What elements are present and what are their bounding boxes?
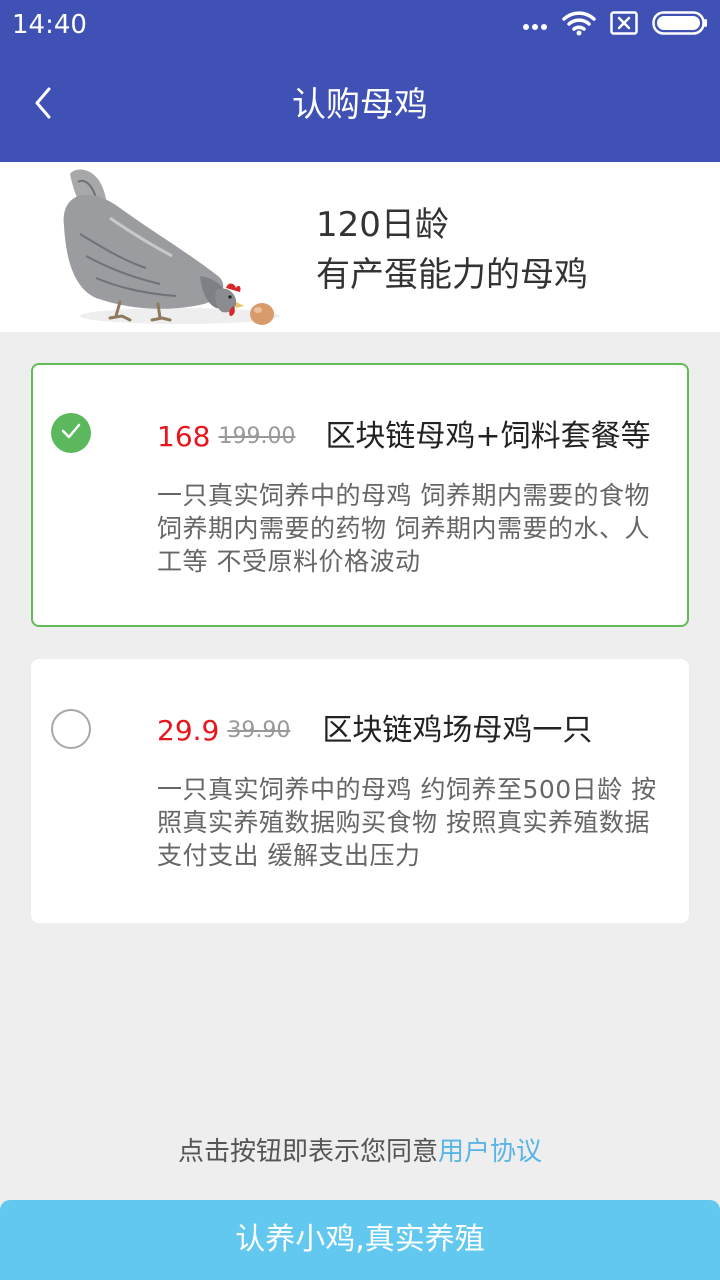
user-agreement-link[interactable]: 用户协议 bbox=[438, 1137, 542, 1167]
agreement-prefix: 点击按钮即表示您同意 bbox=[177, 1137, 438, 1167]
hero-text: 120日龄 有产蛋能力的母鸡 bbox=[316, 200, 588, 300]
hen-image bbox=[63, 169, 280, 325]
battery-icon bbox=[652, 11, 708, 39]
hero-line-desc: 有产蛋能力的母鸡 bbox=[316, 255, 588, 295]
adopt-button[interactable]: 认养小鸡,真实养殖 bbox=[0, 1200, 720, 1280]
hero-banner: 120日龄 有产蛋能力的母鸡 bbox=[0, 162, 720, 332]
package-description: 一只真实饲养中的母鸡 约饲养至500日龄 按照真实养殖数据购买食物 按照真实养殖… bbox=[157, 775, 657, 870]
package-card-feed-bundle[interactable]: 168 199.00 区块链母鸡+饲料套餐等 一只真实饲养中的母鸡 饲养期内需要的食… bbox=[31, 363, 689, 627]
check-icon bbox=[60, 422, 82, 444]
package-card-single-hen[interactable]: 29.9 39.90 区块链鸡场母鸡一只 一只真实饲养中的母鸡 约饲养至500日龄 … bbox=[31, 659, 689, 923]
status-time: 14:40 bbox=[12, 10, 87, 40]
status-icons bbox=[522, 10, 708, 40]
page-title: 认购母鸡 bbox=[292, 85, 428, 125]
package-description: 一只真实饲养中的母鸡 饲养期内需要的食物 饲养期内需要的药物 饲养期内需要的水、… bbox=[157, 481, 650, 576]
wifi-icon bbox=[562, 10, 596, 40]
nav-bar: 认购母鸡 bbox=[0, 50, 720, 162]
package-price: 29.9 bbox=[157, 714, 220, 747]
signal-dots-icon bbox=[522, 16, 548, 35]
package-name: 区块链鸡场母鸡一只 bbox=[322, 713, 593, 748]
package-name: 区块链母鸡+饲料套餐等 bbox=[325, 419, 651, 454]
radio-unselected[interactable] bbox=[51, 709, 91, 749]
package-original-price: 39.90 bbox=[227, 718, 291, 743]
package-title-row: 168 199.00 区块链母鸡+饲料套餐等 bbox=[157, 417, 677, 457]
agreement-text: 点击按钮即表示您同意用户协议 bbox=[0, 1134, 720, 1170]
package-title-row: 29.9 39.90 区块链鸡场母鸡一只 bbox=[157, 711, 677, 751]
sim-error-icon bbox=[610, 11, 638, 39]
hero-line-age: 120日龄 bbox=[316, 205, 449, 245]
radio-selected[interactable] bbox=[51, 413, 91, 453]
package-original-price: 199.00 bbox=[218, 424, 296, 449]
status-bar: 14:40 bbox=[0, 0, 720, 50]
package-price: 168 bbox=[157, 420, 211, 453]
